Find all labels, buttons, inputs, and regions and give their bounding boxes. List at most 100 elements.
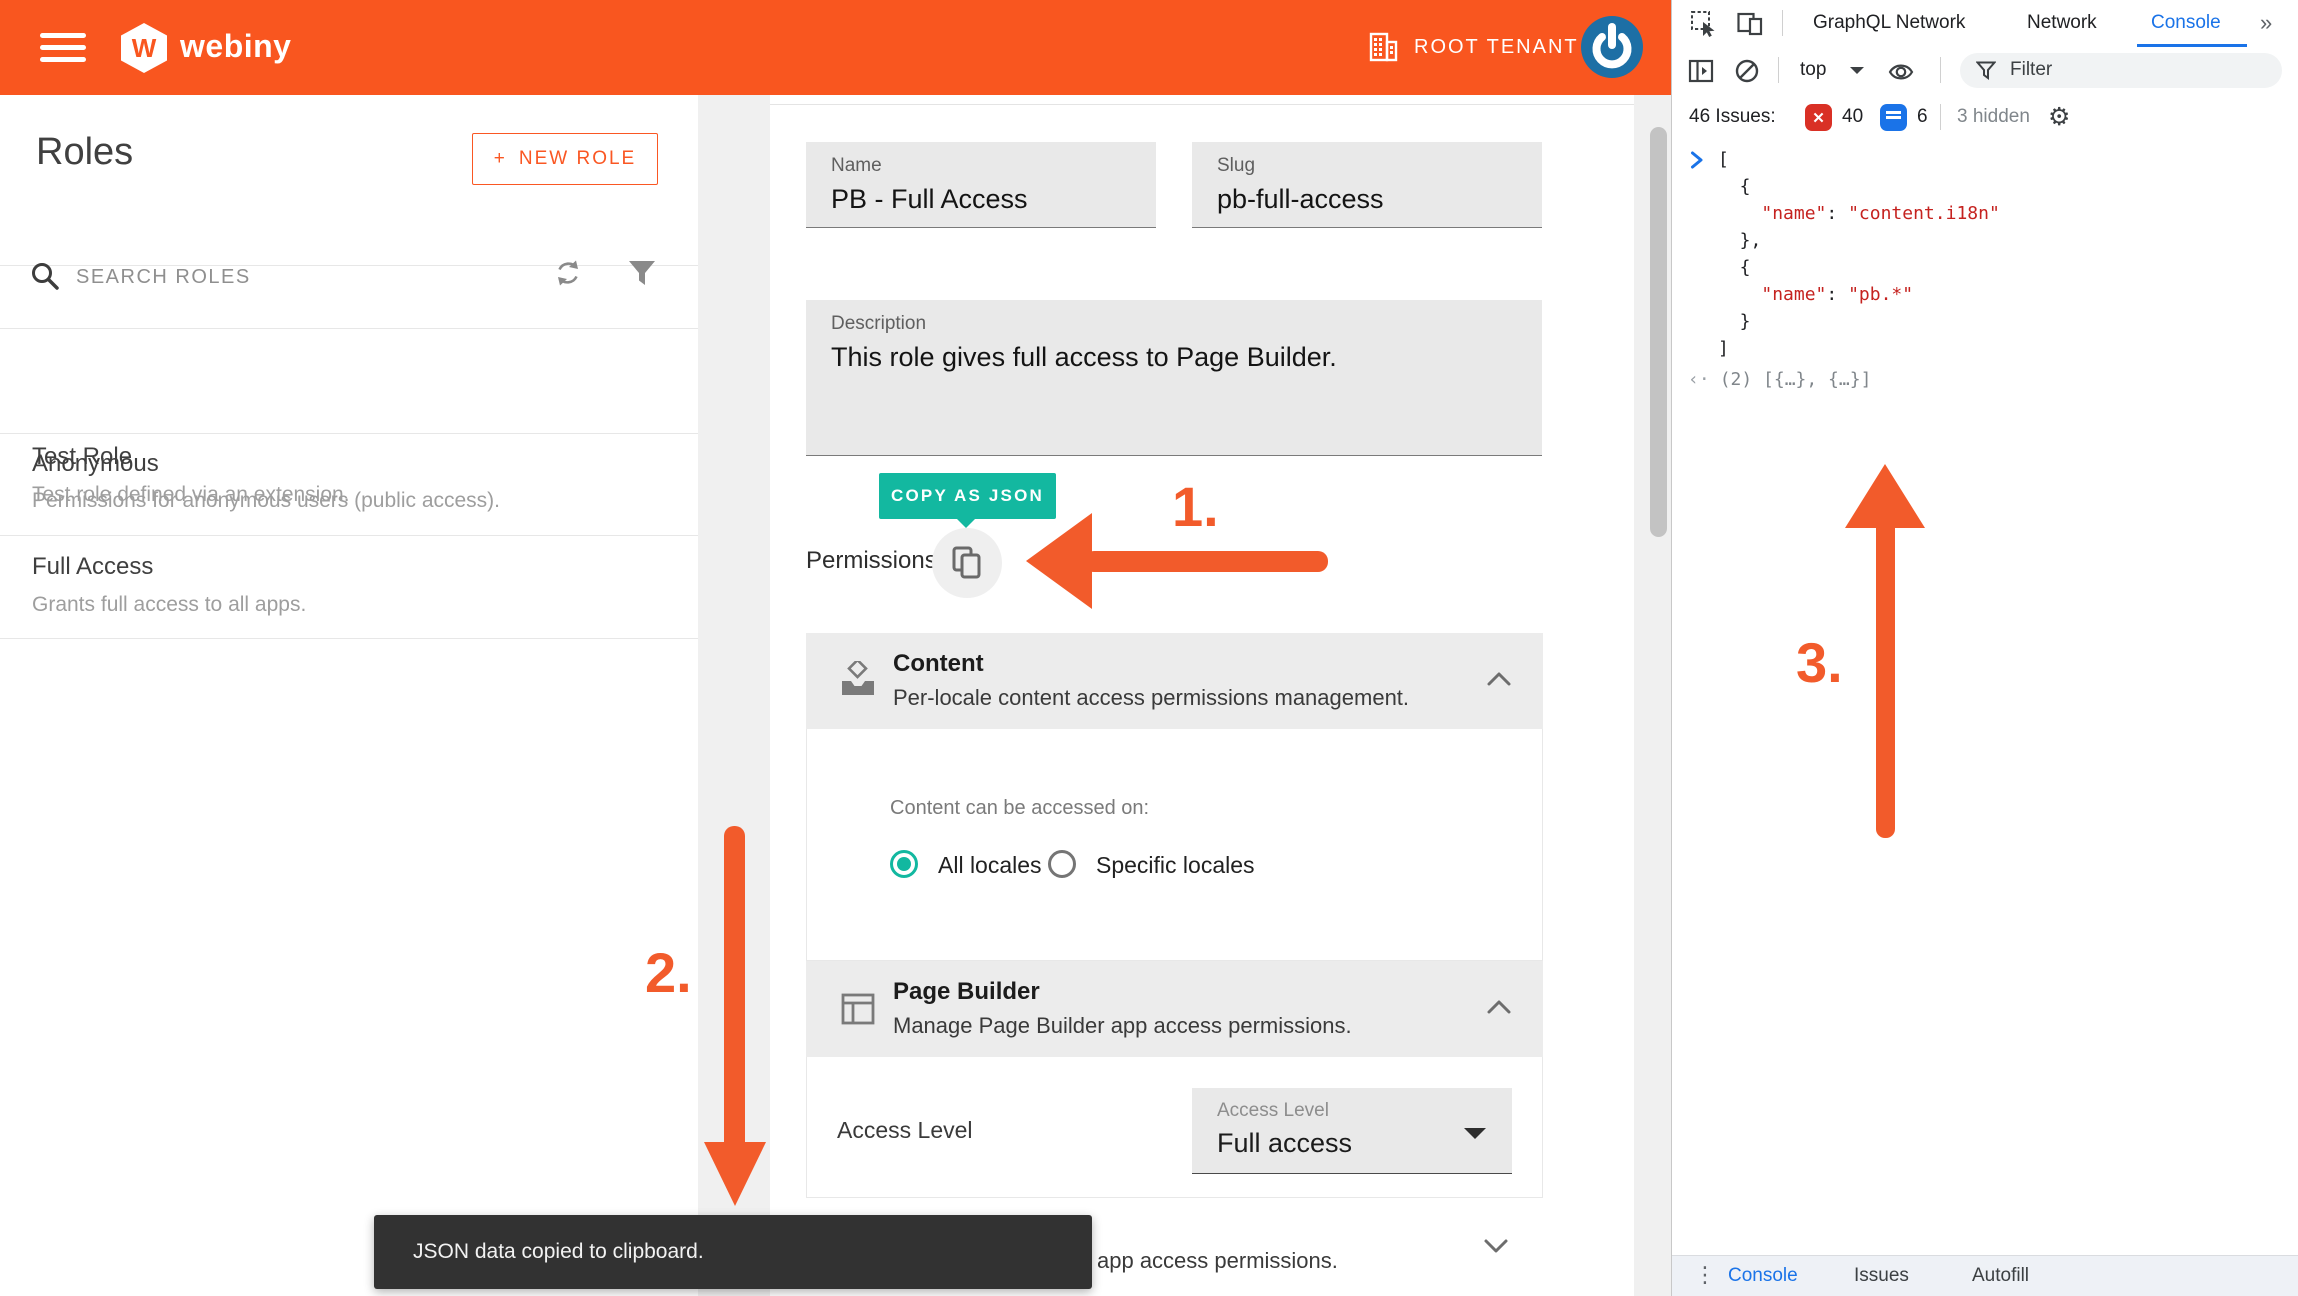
radio-specific-locales[interactable] — [1048, 850, 1076, 878]
scrollbar-thumb[interactable] — [1650, 127, 1667, 537]
issues-bar: 46 Issues: ✕ 40 6 3 hidden ⚙ — [1672, 94, 2298, 142]
access-level-label: Access Level — [837, 1117, 973, 1144]
description-field[interactable]: Description This role gives full access … — [806, 300, 1542, 456]
divider — [770, 104, 1634, 105]
name-field-label: Name — [831, 155, 882, 177]
annotation-step-2: 2. — [645, 940, 692, 1005]
refresh-icon[interactable] — [552, 257, 584, 289]
new-role-button[interactable]: + NEW ROLE — [472, 133, 658, 185]
error-badge-icon[interactable]: ✕ — [1805, 104, 1832, 131]
inspect-element-icon[interactable] — [1690, 10, 1717, 37]
console-filter-box[interactable] — [1960, 53, 2282, 88]
page-title: Roles — [36, 131, 133, 174]
error-count: 40 — [1842, 106, 1863, 128]
devtools-tab-bar: GraphQL Network Network Console » — [1672, 0, 2298, 48]
copy-icon — [951, 545, 983, 581]
result-preview: (2) [{…}, {…}] — [1720, 369, 1872, 390]
name-field[interactable]: Name PB - Full Access — [806, 142, 1156, 228]
content-section-header[interactable]: Content Per-locale content access permis… — [806, 633, 1543, 729]
hidden-messages-link[interactable]: 3 hidden — [1957, 106, 2030, 128]
divider — [0, 638, 698, 639]
webiny-admin-with-devtools: W webiny ROOT TENANT — [0, 0, 2298, 1296]
access-level-select-label: Access Level — [1217, 1100, 1329, 1122]
page-builder-section-title: Page Builder — [893, 978, 1040, 1006]
menu-icon[interactable] — [40, 33, 86, 63]
console-settings-gear-icon[interactable]: ⚙ — [2048, 102, 2070, 131]
dock-sidebar-icon[interactable] — [1688, 58, 1714, 84]
search-icon — [30, 261, 60, 291]
role-description: Grants full access to all apps. — [32, 593, 306, 617]
content-section-description: Per-locale content access permissions ma… — [893, 685, 1409, 711]
content-access-label: Content can be accessed on: — [890, 797, 1149, 820]
page-builder-section-header[interactable]: Page Builder Manage Page Builder app acc… — [806, 961, 1543, 1057]
funnel-icon — [1976, 61, 1996, 80]
tab-console[interactable]: Console — [2151, 12, 2221, 34]
tenant-label: ROOT TENANT — [1414, 36, 1579, 59]
annotation-arrow-3 — [1840, 458, 1930, 840]
radio-all-locales-label[interactable]: All locales — [938, 852, 1042, 879]
role-name: Anonymous — [32, 450, 159, 478]
description-field-value: This role gives full access to Page Buil… — [831, 342, 1337, 373]
access-level-select[interactable]: Access Level Full access — [1192, 1088, 1512, 1174]
next-section-description-fragment: app access permissions. — [1097, 1248, 1338, 1274]
content-icon — [838, 661, 878, 701]
permissions-label: Permissions — [806, 547, 937, 575]
clear-console-icon[interactable] — [1734, 58, 1760, 84]
chevron-up-icon — [1486, 999, 1512, 1015]
slug-field-value: pb-full-access — [1217, 184, 1384, 215]
device-toolbar-icon[interactable] — [1736, 10, 1764, 37]
page-builder-section-description: Manage Page Builder app access permissio… — [893, 1013, 1352, 1039]
filter-input[interactable] — [2008, 58, 2252, 82]
name-field-value: PB - Full Access — [831, 184, 1028, 215]
expand-chevron-icon[interactable] — [1690, 151, 1704, 169]
tab-network[interactable]: Network — [2027, 12, 2097, 34]
devtools-panel: GraphQL Network Network Console » top — [1671, 0, 2298, 1296]
role-name: Full Access — [32, 553, 153, 581]
search-input[interactable] — [74, 255, 458, 299]
slug-field-label: Slug — [1217, 155, 1255, 177]
console-result-line: ‹· (2) [{…}, {…}] — [1688, 369, 1871, 390]
description-field-label: Description — [831, 313, 926, 335]
filter-icon[interactable] — [626, 259, 658, 287]
separator — [1940, 104, 1941, 130]
copy-permissions-button[interactable] — [932, 528, 1002, 598]
app-header: W webiny ROOT TENANT — [0, 0, 1671, 95]
console-logged-json: [ { "name": "content.i18n" }, { "name": … — [1718, 146, 2000, 362]
content-section-title: Content — [893, 650, 984, 678]
kebab-menu-icon[interactable]: ⋮ — [1694, 1263, 1716, 1288]
tooltip-pointer — [957, 519, 975, 537]
context-selector[interactable]: top — [1800, 59, 1826, 81]
dropdown-caret-icon — [1850, 67, 1864, 74]
devtools-drawer-bar: ⋮ Console Issues Autofill — [1672, 1255, 2298, 1296]
drawer-tab-autofill[interactable]: Autofill — [1972, 1265, 2029, 1287]
annotation-step-1: 1. — [1172, 474, 1219, 539]
live-expression-eye-icon[interactable] — [1888, 59, 1914, 85]
webiny-logo-icon: W — [121, 23, 167, 73]
content-section-body — [806, 729, 1543, 961]
annotation-step-3: 3. — [1796, 630, 1843, 695]
return-value-icon: ‹· — [1688, 369, 1710, 390]
console-log-area: [ { "name": "content.i18n" }, { "name": … — [1672, 141, 2298, 1255]
radio-specific-locales-label[interactable]: Specific locales — [1096, 852, 1255, 879]
separator — [1782, 10, 1783, 36]
plus-icon: + — [494, 148, 507, 170]
chevron-down-icon[interactable] — [1483, 1238, 1509, 1254]
role-item-full-access[interactable]: Full Access Grants full access to all ap… — [0, 535, 698, 638]
dropdown-caret-icon — [1464, 1128, 1486, 1139]
more-tabs-icon[interactable]: » — [2260, 10, 2272, 36]
message-badge-icon[interactable] — [1880, 104, 1907, 131]
separator — [1940, 57, 1941, 83]
radio-all-locales[interactable] — [890, 850, 918, 878]
separator — [1778, 57, 1779, 83]
tenant-selector[interactable]: ROOT TENANT — [1366, 30, 1579, 64]
building-icon — [1366, 30, 1400, 64]
issues-count-link[interactable]: 46 Issues: — [1689, 106, 1776, 128]
drawer-tab-console[interactable]: Console — [1728, 1265, 1798, 1287]
slug-field[interactable]: Slug pb-full-access — [1192, 142, 1542, 228]
roles-sidebar: Roles + NEW ROLE Test Role Test role def… — [0, 95, 698, 1296]
drawer-tab-issues[interactable]: Issues — [1854, 1265, 1909, 1287]
tab-graphql-network[interactable]: GraphQL Network — [1813, 12, 1965, 34]
power-avatar-icon — [1580, 15, 1644, 79]
role-item-anonymous[interactable]: Anonymous Permissions for anonymous user… — [0, 433, 698, 535]
user-avatar[interactable] — [1580, 15, 1644, 79]
